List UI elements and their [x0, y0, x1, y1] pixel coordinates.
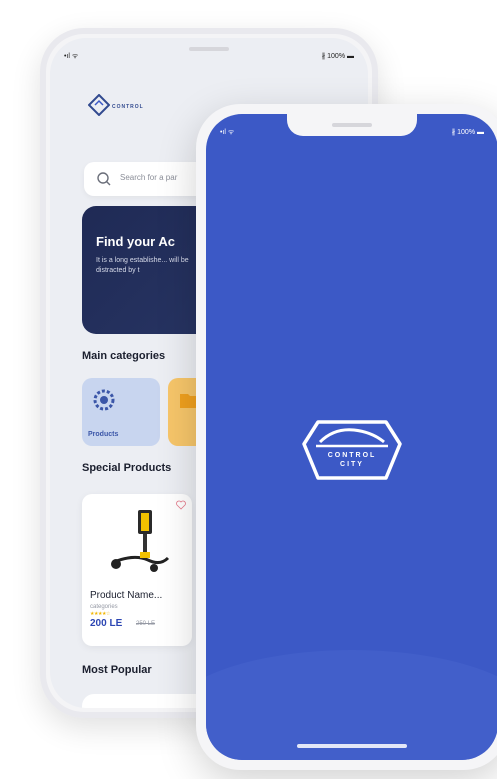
front-phone-mockup: •ıl ᯤ ∦ 100% ▬ CONTROL CITY [196, 104, 497, 770]
logo-mark-icon [87, 93, 111, 117]
battery-icon: ∦ 100% ▬ [321, 53, 354, 60]
speaker [332, 123, 372, 127]
car-shield-icon [302, 420, 402, 480]
product-name: Product Name... [90, 590, 163, 601]
special-products-heading: Special Products [82, 462, 172, 474]
most-popular-heading: Most Popular [82, 664, 152, 676]
product-price: 200 LE [90, 618, 123, 629]
product-card[interactable]: Product Name... categories ★★★★☆ 200 LE … [82, 494, 192, 646]
signal-icon: •ıl ᯤ [64, 53, 79, 60]
battery-icon: ∦ 100% ▬ [451, 129, 484, 136]
brand-logo: CONTROL CITY [292, 414, 412, 484]
gear-icon [93, 389, 115, 411]
app-logo: CONTROL [87, 93, 148, 124]
home-indicator [297, 744, 407, 748]
signal-icon: •ıl ᯤ [220, 129, 235, 136]
status-bar: •ıl ᯤ ∦ 100% ▬ [206, 114, 497, 144]
category-card-products[interactable]: Products [82, 378, 160, 446]
category-label: Products [88, 431, 119, 438]
product-category: categories [90, 604, 118, 610]
logo-text: CONTROL [112, 104, 144, 110]
brand-name-line1: CONTROL [327, 452, 377, 459]
status-bar: •ıl ᯤ ∦ 100% ▬ [50, 38, 368, 68]
product-old-price: 250 LE [136, 621, 156, 627]
banner-title: Find your Ac [96, 234, 175, 249]
search-icon [97, 172, 111, 186]
splash-screen: •ıl ᯤ ∦ 100% ▬ CONTROL CITY [206, 114, 497, 760]
search-placeholder: Search for a par [120, 173, 178, 182]
brand-name-line2: CITY [340, 461, 364, 468]
rating-stars: ★★★★☆ [90, 611, 110, 617]
speaker [189, 47, 229, 51]
main-categories-heading: Main categories [82, 350, 166, 362]
product-image [111, 510, 170, 572]
